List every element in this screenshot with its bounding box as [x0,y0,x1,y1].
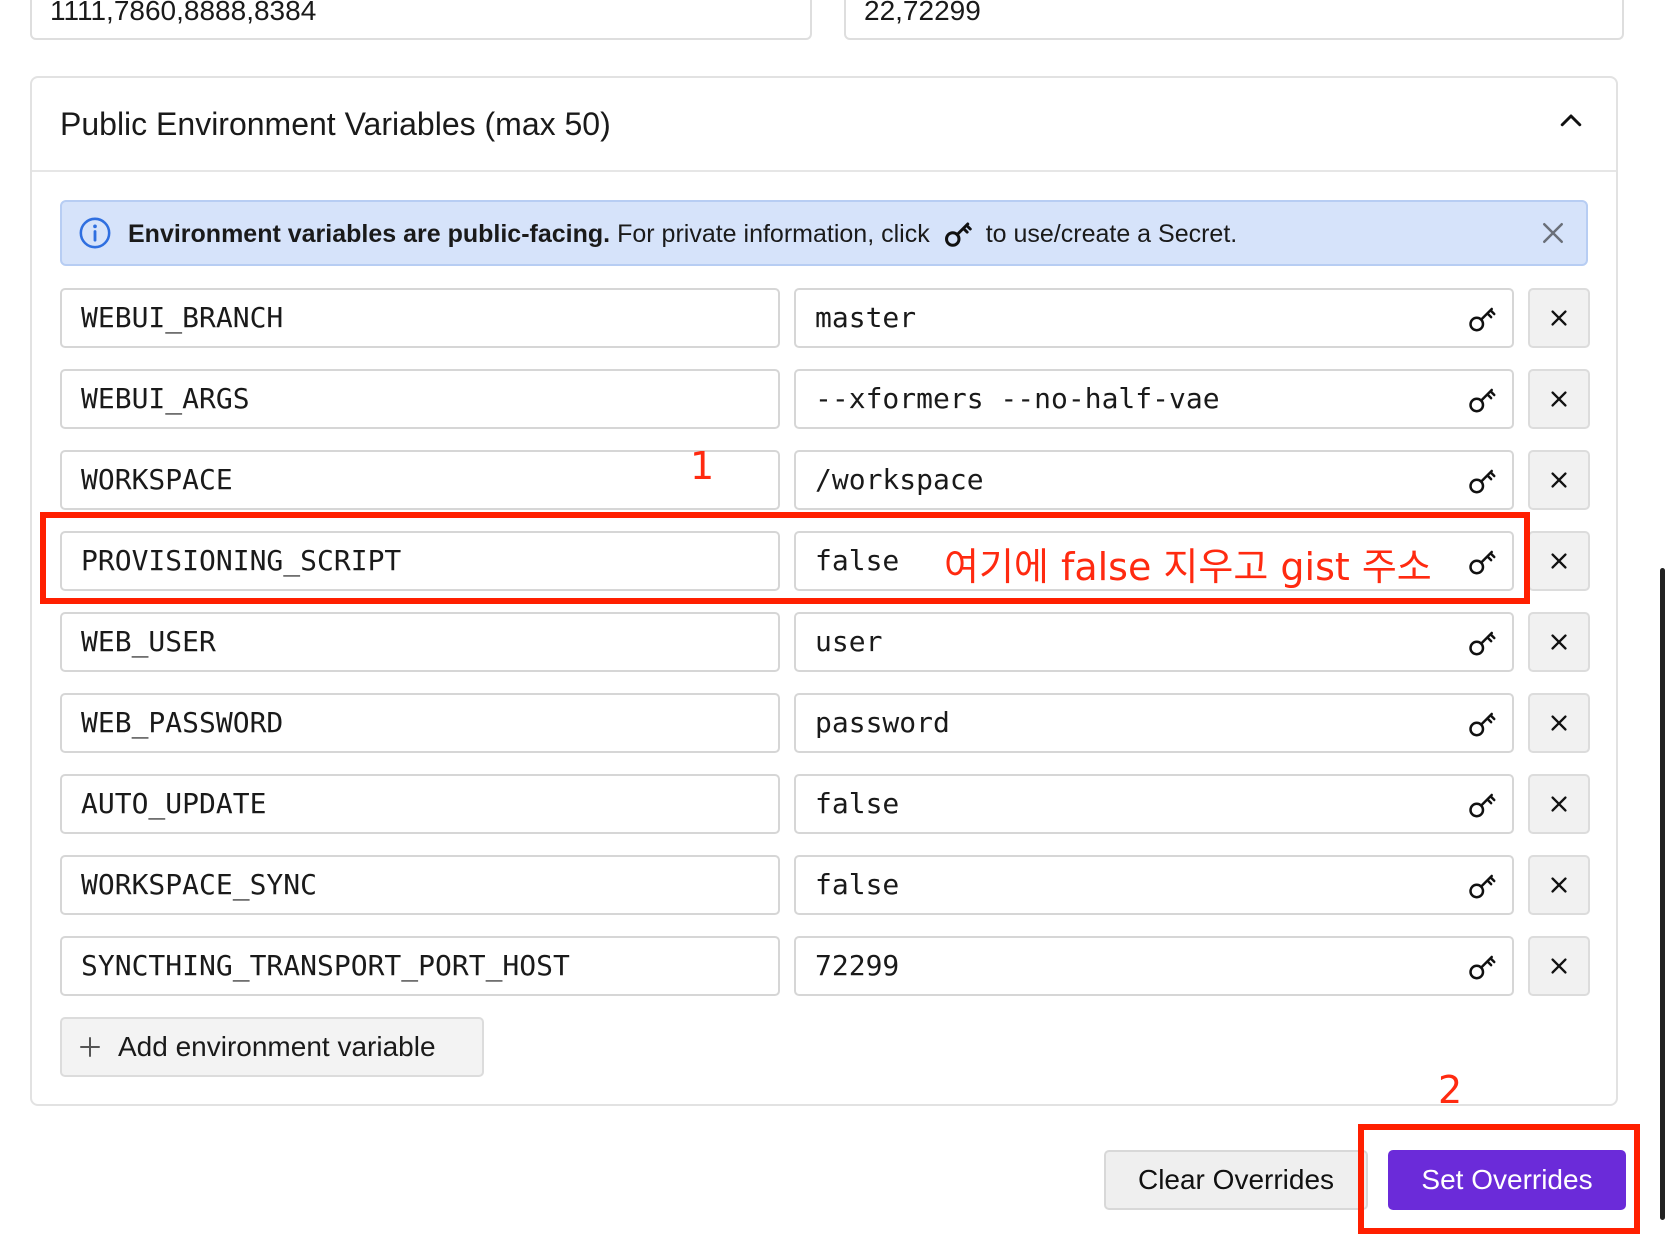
close-icon [1551,310,1567,326]
env-var-value: false [815,787,900,820]
chevron-up-icon[interactable] [1556,106,1586,136]
env-var-key: AUTO_UPDATE [81,787,267,820]
env-var-key-input[interactable]: PROVISIONING_SCRIPT [60,531,780,591]
env-var-key-input[interactable]: SYNCTHING_TRANSPORT_PORT_HOST [60,936,780,996]
env-var-row: WEB_USER user [60,612,1590,672]
ports-field-value: 1111,7860,8888,8384 [50,0,317,26]
banner-text: For private information, click [617,219,930,248]
scrollbar[interactable] [1660,568,1665,1220]
env-var-key: SYNCTHING_TRANSPORT_PORT_HOST [81,949,570,982]
env-var-value: 72299 [815,949,900,982]
key-icon[interactable] [1468,628,1498,658]
set-overrides-label: Set Overrides [1421,1164,1593,1195]
remove-env-var-button[interactable] [1528,936,1590,996]
remove-env-var-button[interactable] [1528,450,1590,510]
env-var-key-input[interactable]: WORKSPACE [60,450,780,510]
clear-overrides-label: Clear Overrides [1137,1164,1335,1195]
env-var-value-input[interactable]: user [794,612,1514,672]
env-var-key-input[interactable]: WEBUI_BRANCH [60,288,780,348]
annotation-step2: 2 [1438,1068,1463,1112]
key-icon[interactable] [1468,466,1498,496]
env-var-row: WORKSPACE/workspace [60,450,1590,510]
close-icon[interactable] [1538,218,1568,248]
close-icon [1551,877,1567,893]
env-var-key-input[interactable]: AUTO_UPDATE [60,774,780,834]
env-var-value: /workspace [815,463,984,496]
env-var-value: false [815,544,900,577]
close-icon [1551,391,1567,407]
env-var-row: WORKSPACE_SYNC false [60,855,1590,915]
env-var-value: false [815,868,900,901]
env-var-key-input[interactable]: WEB_USER [60,612,780,672]
env-var-key-input[interactable]: WORKSPACE_SYNC [60,855,780,915]
env-var-row: WEBUI_BRANCH master [60,288,1590,348]
annotation-step1: 1 [690,444,715,488]
env-var-value-input[interactable]: /workspace [794,450,1514,510]
env-var-value-input[interactable]: false [794,774,1514,834]
info-banner: Environment variables are public-facing.… [60,200,1588,266]
close-icon [1551,472,1567,488]
remove-env-var-button[interactable] [1528,531,1590,591]
add-env-var-button[interactable]: Add environment variable [60,1017,484,1077]
env-var-key: WORKSPACE_SYNC [81,868,318,901]
key-icon[interactable] [1468,790,1498,820]
close-icon [1551,958,1567,974]
env-var-key: WEB_USER [81,625,216,658]
key-icon [944,222,972,247]
ports-right-field[interactable]: 22,72299 [844,0,1624,40]
env-var-value: master [815,301,917,334]
env-var-value: --xformers --no-half-vae [815,382,1220,415]
remove-env-var-button[interactable] [1528,774,1590,834]
env-var-key: WEB_PASSWORD [81,706,284,739]
remove-env-var-button[interactable] [1528,855,1590,915]
key-icon[interactable] [1468,952,1498,982]
set-overrides-button[interactable]: Set Overrides [1388,1150,1626,1210]
env-var-value: user [815,625,883,658]
env-var-value: password [815,706,950,739]
env-var-key: WORKSPACE [81,463,233,496]
ports-right-field-value: 22,72299 [864,0,981,26]
remove-env-var-button[interactable] [1528,693,1590,753]
env-var-value-input[interactable]: --xformers --no-half-vae [794,369,1514,429]
env-var-key: WEBUI_ARGS [81,382,250,415]
env-var-key: PROVISIONING_SCRIPT [81,544,402,577]
key-icon[interactable] [1468,709,1498,739]
key-icon[interactable] [1468,547,1498,577]
key-icon[interactable] [1468,871,1498,901]
close-icon [1551,796,1567,812]
panel-header[interactable]: Public Environment Variables (max 50) [32,78,1616,172]
remove-env-var-button[interactable] [1528,369,1590,429]
add-env-var-label: Add environment variable [118,1031,436,1062]
env-var-value-input[interactable]: password [794,693,1514,753]
env-var-value-input[interactable]: master [794,288,1514,348]
env-var-key-input[interactable]: WEB_PASSWORD [60,693,780,753]
remove-env-var-button[interactable] [1528,612,1590,672]
env-var-row: AUTO_UPDATE false [60,774,1590,834]
ports-field[interactable]: 1111,7860,8888,8384 [30,0,812,40]
close-icon [1551,553,1567,569]
banner-bold-text: Environment variables are public-facing. [128,219,611,248]
remove-env-var-button[interactable] [1528,288,1590,348]
env-var-row: WEBUI_ARGS --xformers --no-half-vae [60,369,1590,429]
env-var-value-input[interactable]: false [794,855,1514,915]
info-icon [79,217,111,249]
env-var-row: WEB_PASSWORD password [60,693,1590,753]
env-var-row: SYNCTHING_TRANSPORT_PORT_HOST 72299 [60,936,1590,996]
clear-overrides-button[interactable]: Clear Overrides [1104,1150,1368,1210]
key-icon[interactable] [1468,304,1498,334]
close-icon [1551,715,1567,731]
plus-icon [80,1037,100,1057]
env-var-key: WEBUI_BRANCH [81,301,284,334]
banner-text-after: to use/create a Secret. [985,219,1238,248]
env-var-value-input[interactable]: 72299 [794,936,1514,996]
key-icon[interactable] [1468,385,1498,415]
panel-title: Public Environment Variables (max 50) [60,106,611,142]
env-var-key-input[interactable]: WEBUI_ARGS [60,369,780,429]
close-icon [1551,634,1567,650]
annotation-step1-note: 여기에 false 지우고 gist 주소 [944,545,1432,589]
